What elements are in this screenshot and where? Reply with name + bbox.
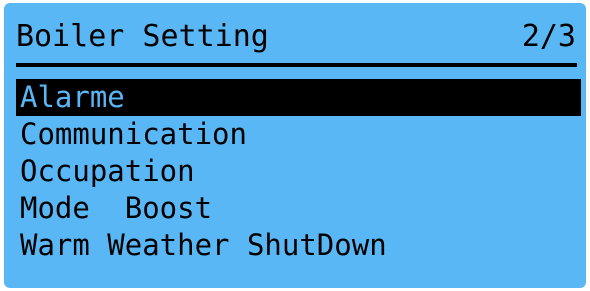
- lcd-screen: Boiler Setting 2/3 Alarme Communication …: [4, 3, 586, 288]
- page-indicator: 2/3: [521, 19, 576, 54]
- menu-item-alarme[interactable]: Alarme: [16, 79, 581, 116]
- screen-header: Boiler Setting 2/3: [16, 17, 576, 57]
- settings-menu: Alarme Communication Occupation Mode Boo…: [16, 79, 581, 264]
- menu-item-occupation[interactable]: Occupation: [16, 153, 581, 190]
- header-divider: [16, 63, 577, 67]
- screen-title: Boiler Setting: [16, 19, 269, 54]
- menu-item-warm-weather-shutdown[interactable]: Warm Weather ShutDown: [16, 227, 581, 264]
- menu-item-mode-boost[interactable]: Mode Boost: [16, 190, 581, 227]
- lcd-display-bezel: Boiler Setting 2/3 Alarme Communication …: [0, 0, 590, 291]
- menu-item-communication[interactable]: Communication: [16, 116, 581, 153]
